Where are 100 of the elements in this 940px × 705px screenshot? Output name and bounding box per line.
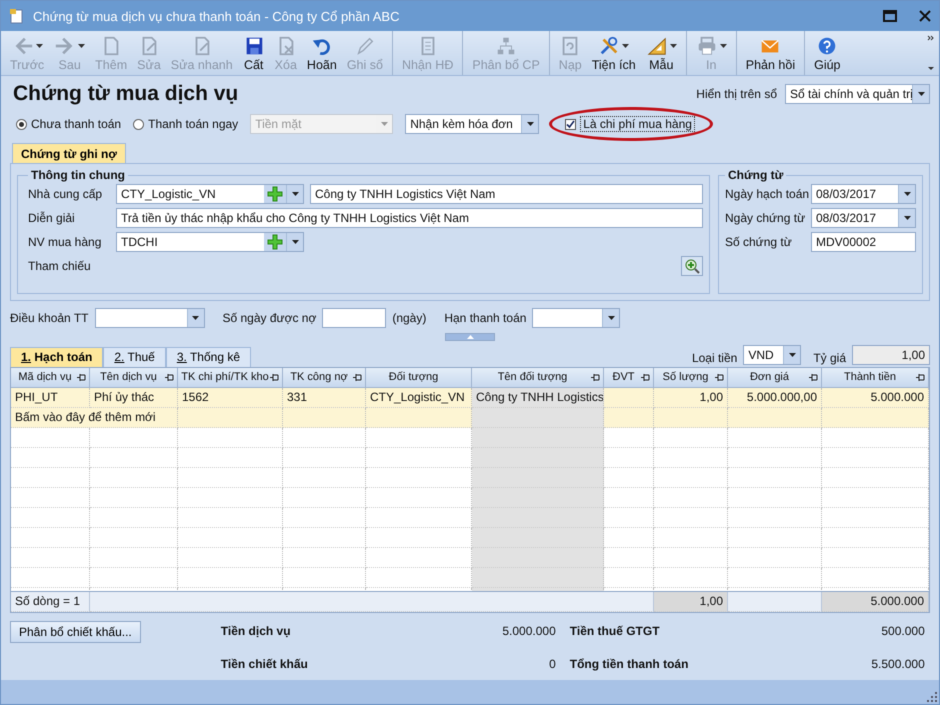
toolbar-button[interactable]: Cất (238, 31, 270, 75)
voucher-number-field[interactable]: MDV00002 (811, 232, 916, 252)
field-label: Ngày chứng từ (725, 211, 805, 226)
pin-icon[interactable] (641, 372, 650, 382)
supplier-name-field[interactable]: Công ty TNHH Logistics Việt Nam (310, 184, 703, 204)
column-header[interactable]: TK công nợ (283, 368, 366, 388)
checkbox[interactable] (565, 118, 576, 130)
date-picker[interactable]: 08/03/2017 (811, 184, 916, 204)
table-cell: 5.000.000,00 (728, 388, 822, 408)
pin-icon[interactable] (809, 372, 818, 382)
pin-icon[interactable] (77, 372, 86, 382)
column-header[interactable]: Mã dịch vụ (11, 368, 90, 388)
buyer-dropdown[interactable]: TDCHI (116, 232, 304, 252)
total-value: 500.000 (881, 624, 925, 640)
pin-icon[interactable] (591, 372, 600, 382)
add-reference-button[interactable] (681, 256, 703, 276)
caret-icon (608, 316, 615, 320)
field-label: Hiển thị trên sổ (696, 86, 777, 101)
maximize-icon[interactable] (883, 10, 897, 22)
unit-label: (ngày) (392, 310, 426, 325)
toolbar-button[interactable]: Phản hồi (736, 31, 800, 75)
caret-icon (918, 92, 924, 96)
description-field[interactable]: Trả tiền ủy thác nhập khẩu cho Công ty TNHH Logistics Việt Nam (116, 208, 703, 228)
plus-icon[interactable] (267, 234, 283, 250)
toolbar-button[interactable]: Hoãn (302, 31, 342, 75)
resize-grip-icon[interactable] (927, 692, 937, 702)
caret-icon[interactable] (622, 44, 630, 48)
total-label: Tiền dịch vụ (220, 624, 291, 640)
field-label: Tỷ giá (813, 350, 846, 365)
form-title: Chứng từ mua dịch vụ (12, 82, 238, 106)
toolbar-button[interactable]: Mẫu (640, 31, 682, 75)
plus-icon[interactable] (267, 186, 283, 202)
caret-icon (380, 122, 388, 126)
column-header[interactable]: Thành tiền (822, 368, 929, 388)
document-icon (9, 8, 25, 24)
invoice-dropdown[interactable]: Nhận kèm hóa đơn (405, 114, 540, 134)
column-header[interactable]: Đối tượng (366, 368, 472, 388)
magnifier-plus-icon (684, 258, 700, 274)
pin-icon[interactable] (715, 372, 724, 382)
field-label: NV mua hàng (28, 235, 102, 250)
table-cell (604, 448, 654, 468)
caret-icon (192, 316, 199, 320)
discount-allocation-button[interactable]: Phân bổ chiết khấu... (10, 620, 141, 643)
column-header[interactable]: Số lượng (654, 368, 728, 388)
caret-icon[interactable] (670, 44, 677, 48)
caret-icon (788, 352, 796, 357)
field-label: Số chứng từ (725, 235, 793, 250)
quantity-total: 1,00 (654, 592, 728, 612)
table-cell: 331 (283, 388, 366, 408)
caret-icon (904, 216, 910, 220)
grid-tab[interactable]: 1. Hạch toán (10, 346, 104, 367)
date-picker[interactable]: 08/03/2017 (811, 208, 916, 228)
close-icon[interactable] (919, 10, 931, 22)
supplier-code-dropdown[interactable]: CTY_Logistic_VN (116, 184, 304, 204)
overflow-icon[interactable] (927, 33, 935, 73)
row-count: Số dòng = 1 (11, 592, 90, 612)
grid-tab[interactable]: 2. Thuế (103, 346, 166, 367)
radio-icon[interactable] (16, 118, 27, 130)
group-title: Thông tin chung (30, 168, 126, 182)
pin-icon[interactable] (165, 372, 174, 382)
checkmark-icon (566, 120, 576, 129)
pin-icon[interactable] (270, 372, 279, 382)
form-tab[interactable]: Chứng từ ghi nợ (12, 143, 126, 164)
table-cell: CTY_Logistic_VN (366, 388, 472, 408)
column-header[interactable]: ĐVT (604, 368, 654, 388)
exchange-rate-field[interactable]: 1,00 (852, 344, 930, 365)
grid-tab[interactable]: 3. Thống kê (166, 346, 252, 367)
radio-icon[interactable] (133, 118, 144, 130)
pin-icon[interactable] (916, 372, 925, 382)
table-cell (604, 508, 654, 528)
credit-days-field[interactable] (322, 308, 386, 328)
ledger-dropdown[interactable]: Sổ tài chính và quản trị (785, 84, 930, 104)
table-cell (604, 568, 654, 588)
column-header[interactable]: Đơn giá (728, 368, 822, 388)
table-cell (604, 488, 654, 508)
column-header[interactable]: Tên đối tượng (472, 368, 604, 388)
add-new-row[interactable]: Bấm vào đây để thêm mới (11, 408, 178, 428)
total-label: Tiền thuế GTGT (570, 624, 660, 640)
field-label: Hạn thanh toán (444, 310, 526, 325)
amount-total: 5.000.000 (822, 592, 929, 612)
pin-icon[interactable] (353, 372, 362, 382)
field-label: Loại tiền (692, 350, 738, 365)
toolbar-button[interactable]: Giúp (804, 31, 846, 75)
caret-icon (292, 192, 298, 196)
total-value: 5.000.000 (502, 624, 556, 640)
caret-icon (904, 192, 910, 196)
toolbar-button[interactable]: Tiện ích (586, 31, 641, 75)
field-label: Tham chiếu (28, 259, 92, 274)
field-label: Số ngày được nợ (222, 310, 316, 325)
column-header[interactable]: TK chi phí/TK kho (178, 368, 283, 388)
field-label: Nhà cung cấp (28, 187, 104, 202)
table-cell: Công ty TNHH Logistics (472, 388, 604, 408)
table-cell (604, 528, 654, 548)
total-label: Tiền chiết khấu (220, 656, 308, 673)
currency-dropdown[interactable]: VND (743, 344, 802, 365)
table-cell: PHI_UT (11, 388, 90, 408)
table-cell: 1,00 (654, 388, 728, 408)
table-cell: 1562 (178, 388, 283, 408)
column-header[interactable]: Tên dịch vụ (90, 368, 178, 388)
table-cell (604, 548, 654, 568)
